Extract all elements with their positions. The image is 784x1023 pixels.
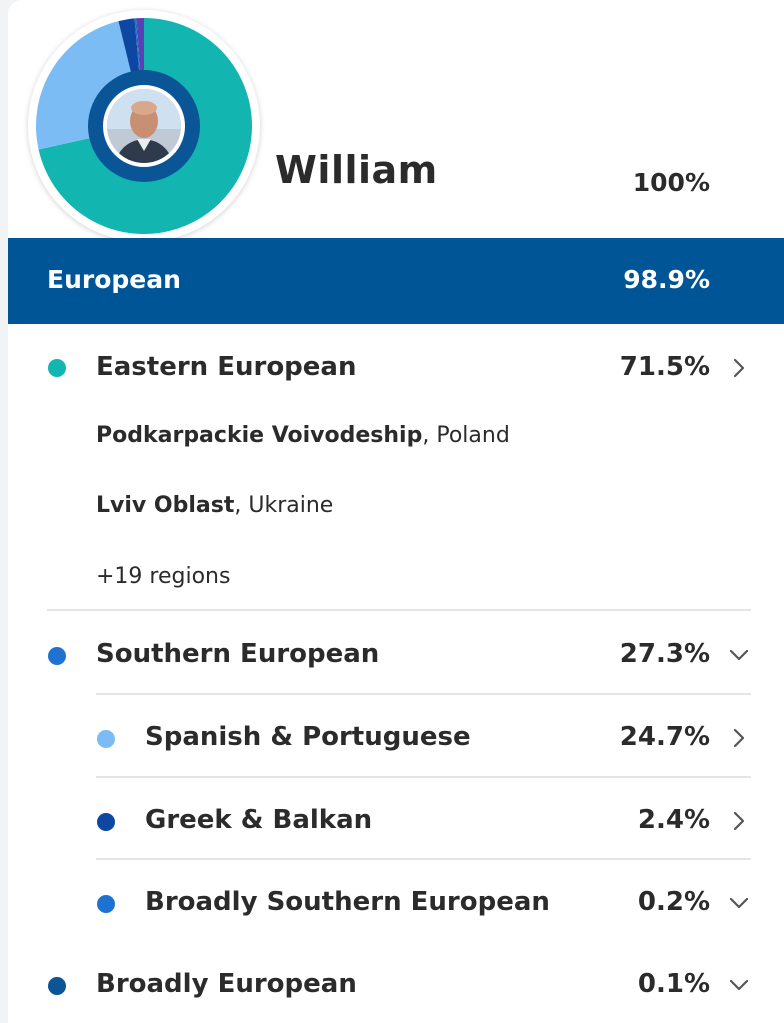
southern-european-dot: [48, 647, 66, 665]
region-item: Podkarpackie Voivodeship, Poland: [96, 423, 510, 448]
row-label: Spanish & Portuguese: [145, 722, 471, 752]
row-percent: 71.5%: [619, 352, 710, 382]
row-percent: 24.7%: [619, 722, 710, 752]
chevron-right-icon[interactable]: [728, 357, 750, 379]
broadly-southern-european-dot: [97, 895, 115, 913]
region-name: Lviv Oblast: [96, 493, 235, 518]
profile-total-percent: 100%: [632, 168, 710, 197]
row-percent: 0.2%: [637, 887, 710, 917]
avatar-portrait-icon: [107, 89, 181, 163]
row-greek-balkan[interactable]: Greek & Balkan 2.4%: [8, 791, 784, 851]
region-country: , Poland: [422, 423, 510, 448]
european-header-band: European 98.9%: [8, 238, 784, 324]
divider: [47, 609, 751, 611]
row-southern-european[interactable]: Southern European 27.3%: [8, 625, 784, 685]
divider: [96, 776, 751, 778]
row-label: Broadly European: [96, 969, 357, 999]
row-label: Eastern European: [96, 352, 357, 382]
chevron-down-icon[interactable]: [728, 892, 750, 914]
row-label: Southern European: [96, 639, 380, 669]
eastern-european-dot: [48, 359, 66, 377]
region-name: Podkarpackie Voivodeship: [96, 423, 423, 448]
chevron-right-icon[interactable]: [728, 810, 750, 832]
greek-balkan-dot: [97, 813, 115, 831]
ancestry-donut-chart: [28, 10, 260, 242]
row-label: Broadly Southern European: [145, 887, 550, 917]
chevron-down-icon[interactable]: [728, 974, 750, 996]
region-country: , Ukraine: [234, 493, 334, 518]
divider: [96, 858, 751, 860]
row-label: Greek & Balkan: [145, 805, 373, 835]
band-label: European: [47, 265, 181, 294]
spanish-portuguese-dot: [97, 730, 115, 748]
row-eastern-european[interactable]: Eastern European 71.5%: [8, 340, 784, 400]
divider: [96, 693, 751, 695]
row-percent: 2.4%: [637, 805, 710, 835]
avatar: [103, 85, 185, 167]
profile-name: William: [275, 148, 438, 192]
row-spanish-portuguese[interactable]: Spanish & Portuguese 24.7%: [8, 708, 784, 768]
broadly-european-dot: [48, 977, 66, 995]
ancestry-card: William 100% European 98.9% Eastern Euro…: [8, 0, 784, 1023]
chevron-down-icon[interactable]: [728, 644, 750, 666]
row-percent: 0.1%: [637, 969, 710, 999]
region-item: Lviv Oblast, Ukraine: [96, 493, 333, 518]
chevron-right-icon[interactable]: [728, 727, 750, 749]
row-broadly-european[interactable]: Broadly European 0.1%: [8, 955, 784, 1015]
band-percent: 98.9%: [623, 265, 710, 294]
row-broadly-southern-european[interactable]: Broadly Southern European 0.2%: [8, 873, 784, 933]
row-percent: 27.3%: [619, 639, 710, 669]
more-regions-link[interactable]: +19 regions: [96, 564, 230, 589]
